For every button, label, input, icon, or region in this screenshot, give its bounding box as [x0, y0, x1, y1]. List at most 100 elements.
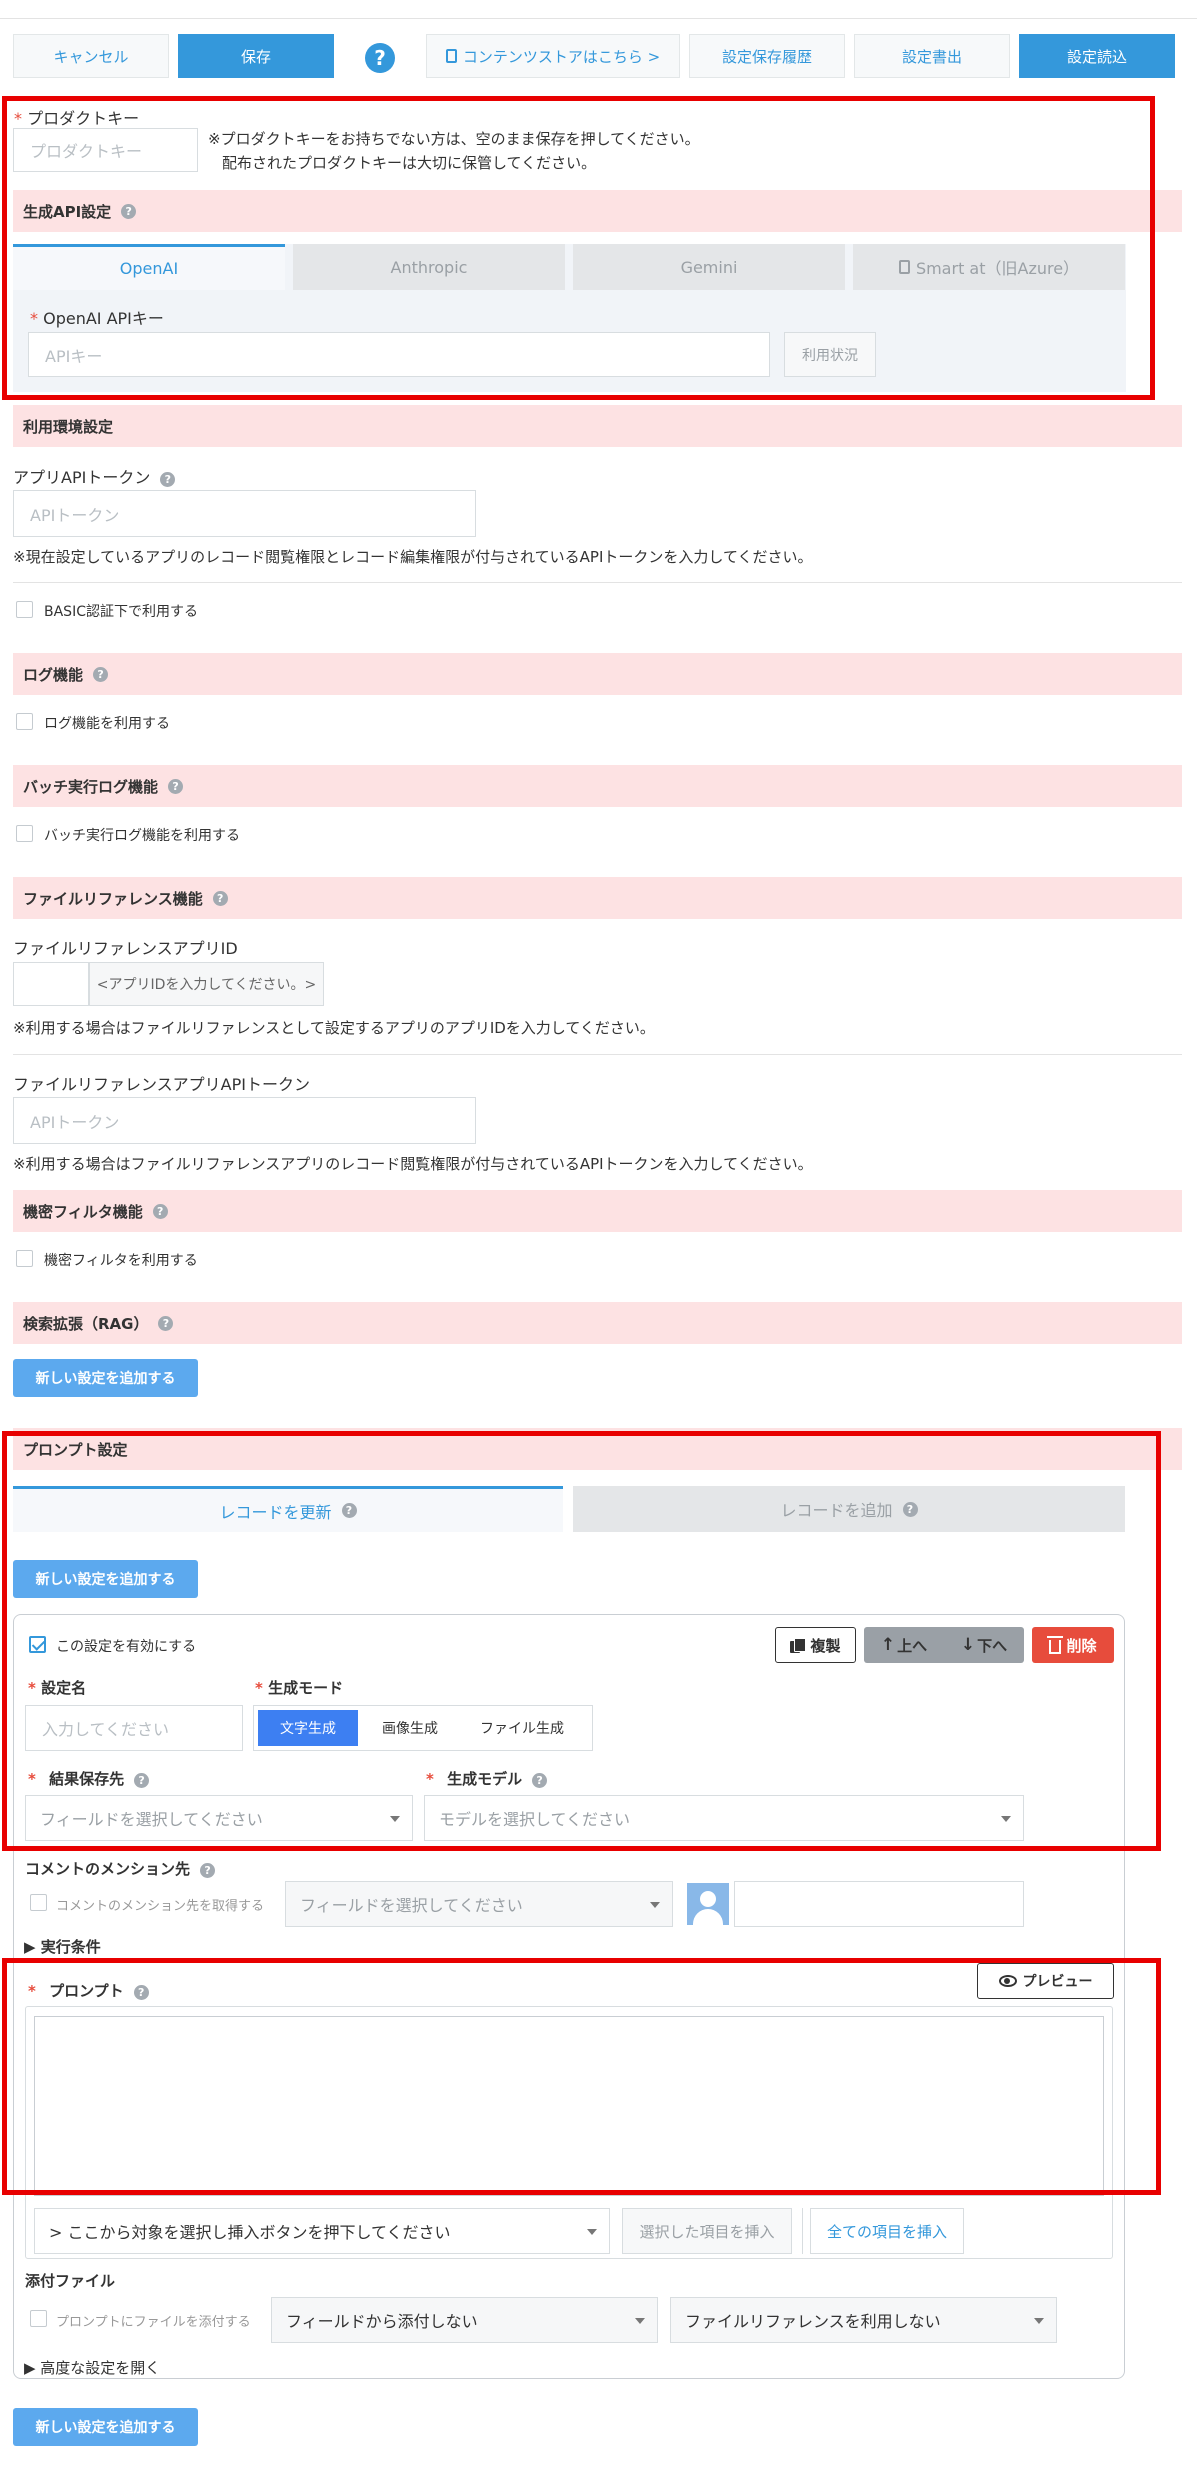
prompt-label: * プロンプト?	[28, 1980, 149, 2001]
prompt-add-button[interactable]: 新しい設定を追加する	[13, 1560, 198, 1598]
help-icon: ?	[158, 1315, 174, 1331]
mode-file-gen[interactable]: ファイル生成	[462, 1710, 582, 1746]
file-ref-token-note: ※利用する場合はファイルリファレンスアプリのレコード閲覧権限が付与されているAP…	[13, 1155, 813, 1173]
openai-key-label: * OpenAI APIキー	[30, 309, 164, 328]
settings-page: キャンセル 保存 ? コンテンツストアはこちら > 設定保存履歴 設定書出 設定…	[0, 0, 1197, 2475]
export-button[interactable]: 設定書出	[854, 34, 1010, 78]
preview-button[interactable]: プレビュー	[977, 1963, 1114, 1999]
arrow-down-icon: ↓	[960, 1635, 976, 1655]
mention-field-select[interactable]: フィールドを選択してください	[285, 1881, 673, 1927]
insert-all-button[interactable]: 全ての項目を挿入	[810, 2208, 964, 2254]
product-key-note-2: 配布されたプロダクトキーは大切に保管してください。	[222, 154, 597, 172]
trash-icon	[1047, 1636, 1064, 1654]
help-icon: ?	[212, 890, 228, 906]
gen-model-select[interactable]: モデルを選択してください	[424, 1795, 1024, 1841]
tab-smart-at[interactable]: Smart at（旧Azure）	[853, 244, 1125, 290]
enable-setting-label: この設定を有効にする	[56, 1639, 197, 1655]
save-button[interactable]: 保存	[178, 34, 334, 78]
file-ref-app-id-hint: <アプリIDを入力してください。>	[89, 962, 324, 1006]
product-key-note-1: ※プロダクトキーをお持ちでない方は、空のまま保存を押してください。	[208, 130, 700, 148]
help-wrapper: ?	[343, 34, 417, 82]
mention-user-input[interactable]	[734, 1881, 1024, 1927]
log-checkbox[interactable]	[16, 713, 33, 730]
log-checkbox-label: ログ機能を利用する	[44, 716, 170, 732]
help-icon: ?	[200, 1863, 216, 1878]
help-icon: ?	[902, 1501, 918, 1517]
import-button[interactable]: 設定読込	[1019, 34, 1175, 78]
toolbar: キャンセル 保存 ? コンテンツストアはこちら > 設定保存履歴 設定書出 設定…	[13, 34, 1175, 82]
top-divider	[0, 18, 1197, 19]
mention-label: コメントのメンション先?	[25, 1858, 216, 1879]
eye-icon	[998, 1975, 1017, 1987]
user-avatar-icon	[687, 1883, 729, 1925]
help-icon: ?	[134, 1773, 150, 1788]
exec-condition-toggle[interactable]: ▶ 実行条件	[24, 1936, 101, 1957]
tab-gemini[interactable]: Gemini	[573, 244, 845, 290]
help-icon: ?	[93, 666, 109, 682]
help-icon: ?	[168, 778, 184, 794]
file-ref-app-id-label: ファイルリファレンスアプリID	[13, 939, 238, 958]
attach-field-select[interactable]: フィールドから添付しない	[271, 2297, 658, 2343]
app-token-note: ※現在設定しているアプリのレコード閲覧権限とレコード編集権限が付与されているAP…	[13, 548, 813, 566]
file-ref-token-label: ファイルリファレンスアプリAPIトークン	[13, 1075, 310, 1094]
delete-button[interactable]: 削除	[1032, 1627, 1114, 1663]
attach-checkbox-label: プロンプトにファイルを添付する	[56, 2315, 251, 2330]
tab-add-record[interactable]: レコードを追加?	[573, 1486, 1125, 1532]
mention-checkbox[interactable]	[30, 1894, 47, 1911]
advanced-toggle[interactable]: ▶ 高度な設定を開く	[24, 2357, 160, 2378]
tab-update-record[interactable]: レコードを更新?	[13, 1486, 563, 1532]
help-icon[interactable]: ?	[365, 43, 395, 73]
content-store-link[interactable]: コンテンツストアはこちら >	[426, 34, 680, 78]
gen-api-section-header: 生成API設定?	[13, 190, 1182, 232]
move-up-button[interactable]: ↑ 上へ	[864, 1627, 944, 1663]
rag-add-button[interactable]: 新しい設定を追加する	[13, 1359, 198, 1397]
usage-button[interactable]: 利用状況	[784, 332, 876, 377]
tab-openai[interactable]: OpenAI	[13, 244, 285, 290]
openai-key-input[interactable]: APIキー	[28, 332, 770, 377]
tab-anthropic[interactable]: Anthropic	[293, 244, 565, 290]
product-key-input[interactable]: プロダクトキー	[13, 128, 198, 172]
help-icon: ?	[341, 1503, 357, 1518]
move-down-label: 下へ	[977, 1636, 1008, 1655]
mode-text-gen[interactable]: 文字生成	[258, 1710, 358, 1746]
result-target-label: * 結果保存先?	[28, 1768, 150, 1789]
insert-selected-button[interactable]: 選択した項目を挿入	[622, 2208, 792, 2254]
help-icon: ?	[532, 1773, 548, 1788]
history-button[interactable]: 設定保存履歴	[689, 34, 845, 78]
prompt-add-button-bottom[interactable]: 新しい設定を追加する	[13, 2408, 198, 2446]
copy-button-label: 複製	[810, 1636, 841, 1655]
insert-target-select[interactable]: > ここから対象を選択し挿入ボタンを押下してください	[34, 2208, 610, 2254]
file-ref-token-input[interactable]: APIトークン	[13, 1097, 476, 1144]
mode-image-gen[interactable]: 画像生成	[360, 1710, 460, 1746]
copy-icon	[790, 1637, 807, 1653]
app-token-label: アプリAPIトークン?	[13, 464, 176, 488]
enable-setting-checkbox[interactable]	[29, 1636, 46, 1653]
file-ref-app-id-input[interactable]	[13, 962, 89, 1006]
secret-filter-checkbox[interactable]	[16, 1250, 33, 1267]
product-key-label: * プロダクトキー	[14, 109, 140, 128]
batch-log-section-header: バッチ実行ログ機能?	[13, 765, 1182, 807]
move-up-label: 上へ	[897, 1636, 928, 1655]
result-target-select[interactable]: フィールドを選択してください	[25, 1795, 413, 1841]
prompt-section-header: プロンプト設定	[13, 1428, 1182, 1470]
divider	[802, 2208, 803, 2254]
move-down-button[interactable]: ↓ 下へ	[944, 1627, 1024, 1663]
attach-checkbox[interactable]	[30, 2310, 47, 2327]
cancel-button[interactable]: キャンセル	[13, 34, 169, 78]
prompt-textarea[interactable]	[34, 2016, 1104, 2196]
log-section-header: ログ機能?	[13, 653, 1182, 695]
copy-button[interactable]: 複製	[775, 1627, 856, 1663]
basic-auth-checkbox[interactable]	[16, 601, 33, 618]
basic-auth-label: BASIC認証下で利用する	[44, 604, 198, 620]
gen-model-label: * 生成モデル?	[426, 1768, 548, 1789]
setting-name-input[interactable]: 入力してください	[25, 1705, 243, 1751]
app-token-input[interactable]: APIトークン	[13, 490, 476, 537]
secret-filter-section-header: 機密フィルタ機能?	[13, 1190, 1182, 1232]
store-icon	[445, 49, 457, 63]
divider	[13, 1054, 1182, 1055]
attach-ref-select[interactable]: ファイルリファレンスを利用しない	[670, 2297, 1057, 2343]
batch-log-checkbox[interactable]	[16, 825, 33, 842]
rag-section-header: 検索拡張（RAG）?	[13, 1302, 1182, 1344]
help-icon: ?	[152, 1203, 168, 1219]
gen-mode-label: * 生成モード	[255, 1679, 344, 1697]
